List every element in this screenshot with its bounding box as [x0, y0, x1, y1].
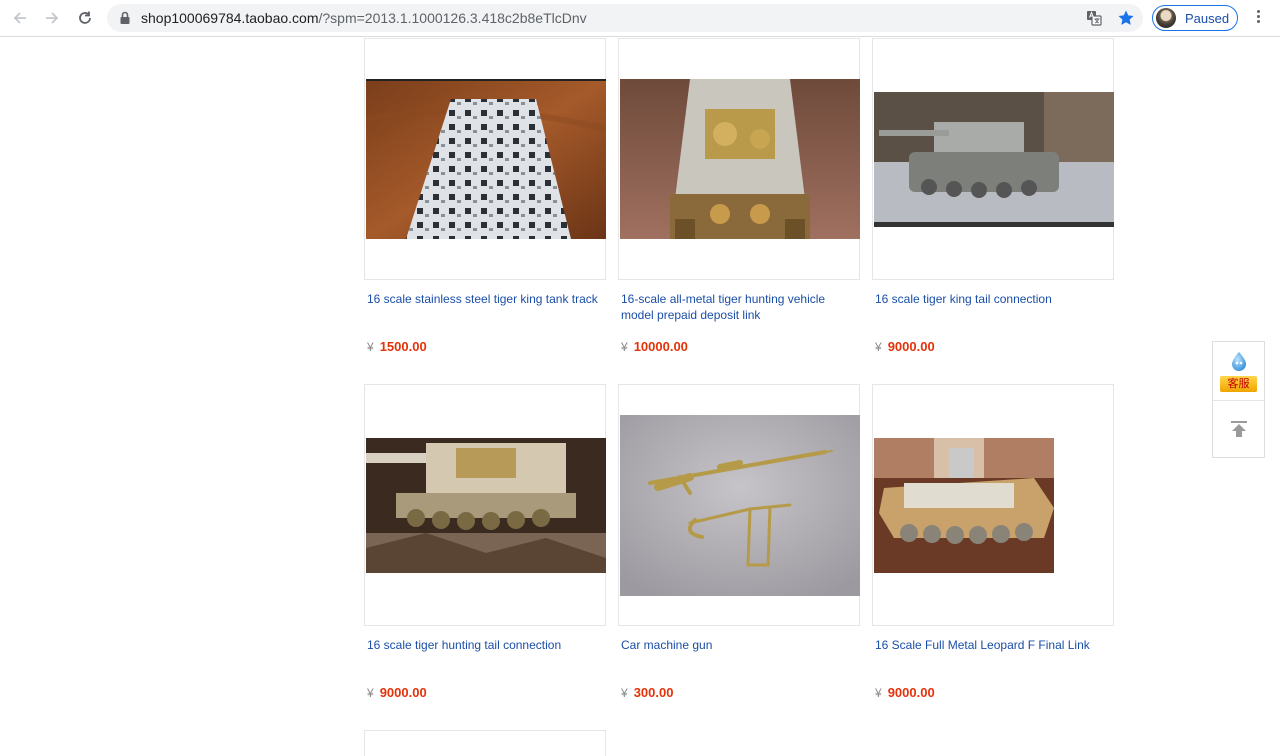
- product-price: ¥10000.00: [621, 339, 688, 354]
- customer-service-button[interactable]: 客服: [1213, 342, 1264, 400]
- product-title[interactable]: 16 scale tiger hunting tail connection: [367, 637, 603, 653]
- product-price: ¥1500.00: [367, 339, 427, 354]
- profile-label: Paused: [1185, 11, 1230, 26]
- customer-service-label: 客服: [1220, 376, 1257, 392]
- product-title[interactable]: 16 Scale Full Metal Leopard F Final Link: [875, 637, 1111, 653]
- browser-toolbar: shop100069784.taobao.com/?spm=2013.1.100…: [0, 0, 1280, 37]
- currency-symbol: ¥: [621, 340, 628, 354]
- product-title[interactable]: 16-scale all-metal tiger hunting vehicle…: [621, 291, 857, 323]
- product-price: ¥9000.00: [875, 339, 935, 354]
- currency-symbol: ¥: [621, 686, 628, 700]
- forward-arrow-icon: [46, 12, 59, 24]
- back-to-top-icon: [1231, 421, 1247, 437]
- product-card[interactable]: 16 scale stainless steel tiger king tank…: [364, 38, 606, 354]
- price-value: 300.00: [633, 685, 674, 700]
- currency-symbol: ¥: [367, 340, 374, 354]
- back-to-top-button[interactable]: [1213, 401, 1264, 457]
- currency-symbol: ¥: [875, 340, 882, 354]
- product-price: ¥9000.00: [367, 685, 427, 700]
- currency-symbol: ¥: [367, 686, 374, 700]
- price-value: 1500.00: [379, 339, 427, 354]
- product-image[interactable]: [366, 438, 606, 573]
- product-card[interactable]: 16-scale all-metal tiger hunting vehicle…: [618, 38, 860, 354]
- forward-button[interactable]: [40, 6, 64, 30]
- url-path: /?spm=2013.1.1000126.3.418c2b8eTlcDnv: [318, 10, 587, 26]
- url-host: shop100069784.taobao.com: [141, 10, 319, 26]
- browser-menu-icon[interactable]: [1250, 8, 1266, 28]
- product-image[interactable]: [620, 79, 860, 239]
- product-price: ¥300.00: [621, 685, 673, 700]
- product-image[interactable]: [874, 92, 1114, 227]
- avatar: [1156, 8, 1176, 28]
- url-text[interactable]: shop100069784.taobao.com/?spm=2013.1.100…: [141, 10, 587, 26]
- side-widget: 客服: [1212, 341, 1265, 458]
- profile-button[interactable]: Paused: [1152, 5, 1238, 31]
- translate-icon[interactable]: [1086, 10, 1102, 26]
- product-price: ¥9000.00: [875, 685, 935, 700]
- price-value: 9000.00: [887, 685, 935, 700]
- product-card[interactable]: [364, 730, 606, 756]
- back-arrow-icon: [13, 12, 26, 24]
- lock-icon[interactable]: [119, 11, 131, 25]
- product-title[interactable]: 16 scale stainless steel tiger king tank…: [367, 291, 603, 307]
- price-value: 9000.00: [887, 339, 935, 354]
- customer-service-icon: [1232, 352, 1246, 371]
- address-bar[interactable]: shop100069784.taobao.com/?spm=2013.1.100…: [107, 4, 1143, 32]
- product-card[interactable]: 16 scale tiger king tail connection ¥900…: [872, 38, 1114, 354]
- reload-button[interactable]: [73, 6, 97, 30]
- back-button[interactable]: [8, 6, 32, 30]
- currency-symbol: ¥: [875, 686, 882, 700]
- product-card[interactable]: 16 scale tiger hunting tail connection ¥…: [364, 384, 606, 700]
- product-title[interactable]: Car machine gun: [621, 637, 857, 653]
- product-card[interactable]: 16 Scale Full Metal Leopard F Final Link…: [872, 384, 1114, 700]
- product-card[interactable]: Car machine gun ¥300.00: [618, 384, 860, 700]
- product-title[interactable]: 16 scale tiger king tail connection: [875, 291, 1111, 307]
- price-value: 10000.00: [633, 339, 688, 354]
- product-image[interactable]: [874, 438, 1054, 573]
- product-image[interactable]: [366, 79, 606, 239]
- product-image[interactable]: [620, 415, 860, 596]
- reload-icon: [79, 11, 91, 24]
- bookmark-star-icon[interactable]: [1117, 9, 1135, 27]
- price-value: 9000.00: [379, 685, 427, 700]
